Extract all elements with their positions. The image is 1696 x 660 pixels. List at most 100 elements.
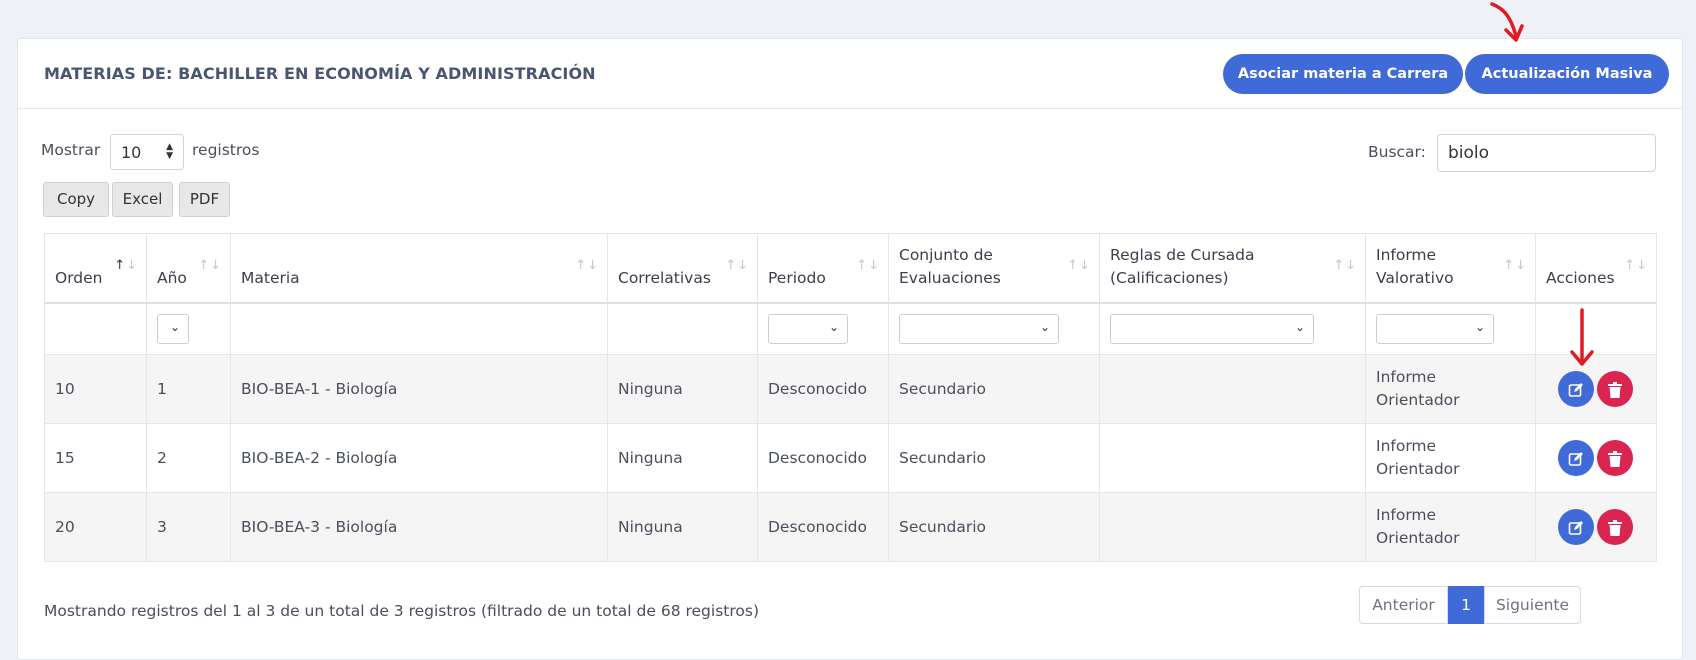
cell-informe: Informe Orientador (1365, 423, 1536, 493)
cell-anio: 1 (146, 354, 231, 424)
pagination-next[interactable]: Siguiente (1484, 586, 1581, 624)
cell-materia: BIO-BEA-1 - Biología (230, 354, 608, 424)
filter-informe-select[interactable]: ⌄ (1376, 313, 1494, 344)
length-records-label: registros (192, 141, 260, 159)
edit-button[interactable] (1558, 440, 1594, 476)
cell-reglas (1099, 492, 1366, 562)
chevron-down-icon: ⌄ (169, 319, 180, 334)
cell-orden: 10 (44, 354, 147, 424)
excel-button[interactable]: Excel (112, 182, 173, 217)
header-label: Reglas de Cursada (Calificaciones) (1110, 245, 1255, 287)
cell-informe: Informe Orientador (1365, 354, 1536, 424)
length-show-label: Mostrar (41, 141, 101, 159)
delete-button[interactable] (1597, 509, 1633, 545)
cell-correlativas: Ninguna (607, 423, 758, 493)
cell-acciones (1535, 492, 1657, 562)
filter-anio-select[interactable]: ⌄ (157, 313, 189, 344)
trash-icon (1608, 450, 1622, 467)
cell-correlativas: Ninguna (607, 492, 758, 562)
header-label: Informe Valorativo (1376, 245, 1454, 287)
filter-cell: ⌄ (888, 302, 1100, 355)
trash-icon (1608, 381, 1622, 398)
sort-icon: ↑↓ (198, 258, 222, 273)
header-label: Año (157, 268, 187, 287)
header-label: Correlativas (618, 268, 711, 287)
page-title: MATERIAS DE: BACHILLER EN ECONOMÍA Y ADM… (44, 64, 596, 83)
chevron-down-icon: ⌄ (1039, 319, 1050, 334)
column-header-anio[interactable]: Año ↑↓ (146, 233, 231, 304)
sort-icon: ↑↓ (725, 258, 749, 273)
cell-conjunto: Secundario (888, 354, 1100, 424)
column-header-conjunto[interactable]: Conjunto de Evaluaciones ↑↓ (888, 233, 1100, 304)
informe-text: Informe Orientador (1376, 437, 1460, 478)
cell-orden: 20 (44, 492, 147, 562)
chevron-down-icon: ⌄ (1474, 319, 1485, 334)
search-input[interactable] (1437, 134, 1656, 172)
filter-cell (230, 302, 608, 355)
edit-icon (1568, 451, 1583, 466)
informe-text: Informe Orientador (1376, 506, 1460, 547)
sort-icon: ↑↓ (1624, 258, 1648, 273)
header-label: Acciones (1546, 268, 1615, 287)
pdf-button[interactable]: PDF (179, 182, 230, 217)
edit-button[interactable] (1558, 371, 1594, 407)
sort-icon: ↑↓ (1503, 258, 1527, 273)
page-length-select[interactable]: 10 ▲ ▼ (110, 134, 184, 170)
cell-periodo: Desconocido (757, 492, 889, 562)
pagination-previous[interactable]: Anterior (1359, 586, 1448, 624)
column-header-orden[interactable]: Orden ↑↓ (44, 233, 147, 304)
filter-reglas-select[interactable]: ⌄ (1110, 313, 1314, 344)
delete-button[interactable] (1597, 440, 1633, 476)
associate-subject-button[interactable]: Asociar materia a Carrera (1223, 54, 1463, 94)
page-length-value: 10 (121, 143, 142, 162)
column-header-informe[interactable]: Informe Valorativo ↑↓ (1365, 233, 1536, 304)
filter-periodo-select[interactable]: ⌄ (768, 313, 848, 344)
filter-conjunto-select[interactable]: ⌄ (899, 313, 1059, 344)
copy-button[interactable]: Copy (43, 182, 109, 217)
subjects-card: MATERIAS DE: BACHILLER EN ECONOMÍA Y ADM… (17, 38, 1683, 660)
cell-materia: BIO-BEA-2 - Biología (230, 423, 608, 493)
delete-button[interactable] (1597, 371, 1633, 407)
column-header-materia[interactable]: Materia ↑↓ (230, 233, 608, 304)
edit-icon (1568, 382, 1583, 397)
subjects-table: Orden ↑↓ Año ↑↓ Materia ↑↓ Correlativas ↑↓ P… (44, 233, 1657, 562)
trash-icon (1608, 519, 1622, 536)
informe-text: Informe Orientador (1376, 368, 1460, 409)
cell-acciones (1535, 423, 1657, 493)
cell-periodo: Desconocido (757, 354, 889, 424)
sort-icon: ↑↓ (575, 258, 599, 273)
filter-cell (44, 302, 147, 355)
pagination-page-1[interactable]: 1 (1448, 586, 1484, 624)
column-header-acciones[interactable]: Acciones ↑↓ (1535, 233, 1657, 304)
header-label: Orden (55, 268, 103, 287)
cell-materia: BIO-BEA-3 - Biología (230, 492, 608, 562)
header-label: Materia (241, 268, 300, 287)
cell-reglas (1099, 423, 1366, 493)
bulk-update-button[interactable]: Actualización Masiva (1465, 54, 1669, 94)
cell-anio: 2 (146, 423, 231, 493)
card-header: MATERIAS DE: BACHILLER EN ECONOMÍA Y ADM… (18, 39, 1682, 109)
red-arrow-icon (1490, 2, 1524, 42)
sort-icon: ↑↓ (1333, 258, 1357, 273)
table-row: 10 1 BIO-BEA-1 - Biología Ninguna Descon… (44, 354, 1657, 424)
sort-icon: ↑↓ (114, 258, 138, 273)
filter-cell: ⌄ (1365, 302, 1536, 355)
column-header-correlativas[interactable]: Correlativas ↑↓ (607, 233, 758, 304)
filter-cell (607, 302, 758, 355)
sort-icon: ↑↓ (1067, 258, 1091, 273)
chevron-down-icon: ⌄ (1294, 319, 1305, 334)
red-arrow-icon (1570, 308, 1594, 366)
chevron-down-icon: ⌄ (828, 319, 839, 334)
column-header-periodo[interactable]: Periodo ↑↓ (757, 233, 889, 304)
sort-icon: ↑↓ (856, 258, 880, 273)
table-info: Mostrando registros del 1 al 3 de un tot… (44, 602, 759, 620)
table-row: 20 3 BIO-BEA-3 - Biología Ninguna Descon… (44, 492, 1657, 562)
cell-anio: 3 (146, 492, 231, 562)
edit-button[interactable] (1558, 509, 1594, 545)
filter-cell: ⌄ (757, 302, 889, 355)
header-label: Periodo (768, 268, 826, 287)
cell-orden: 15 (44, 423, 147, 493)
cell-reglas (1099, 354, 1366, 424)
updown-icon: ▲ ▼ (166, 142, 173, 161)
column-header-reglas[interactable]: Reglas de Cursada (Calificaciones) ↑↓ (1099, 233, 1366, 304)
